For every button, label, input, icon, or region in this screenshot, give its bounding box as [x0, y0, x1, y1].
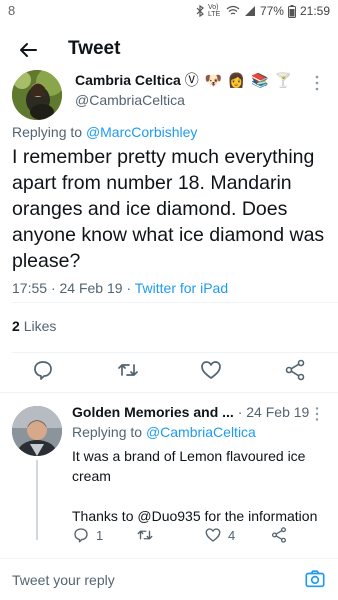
signal-icon — [244, 6, 255, 16]
meta-separator: · — [50, 280, 56, 296]
reply-like-button[interactable]: 4 — [204, 524, 235, 546]
reply-text-line: It was a brand of Lemon flavoured ice cr… — [72, 448, 306, 484]
reply-share-button[interactable] — [270, 524, 288, 546]
reply-icon[interactable] — [31, 358, 55, 382]
wifi-icon — [226, 5, 240, 15]
reply-author-name[interactable]: Golden Memories and ... — [72, 404, 234, 420]
replying-to: Replying to @MarcCorbishley — [12, 124, 197, 140]
status-bar: 8 Vo) LTE 77% 21:59 — [0, 0, 338, 24]
reply-mention[interactable]: @Duo935 — [137, 508, 200, 524]
header: Tweet — [0, 30, 338, 70]
avatar[interactable] — [12, 70, 62, 120]
reply-count: 1 — [96, 527, 104, 543]
thread-line — [36, 460, 38, 540]
retweet-icon[interactable] — [116, 358, 140, 382]
likes-count: 2 — [12, 318, 20, 334]
meta-separator: · — [126, 280, 132, 296]
avatar-image — [12, 406, 62, 456]
share-icon — [271, 527, 287, 543]
like-count: 4 — [228, 527, 236, 543]
battery-icon — [287, 4, 296, 18]
author-handle[interactable]: @CambriaCeltica — [75, 92, 185, 108]
reply-reply-button[interactable]: 1 — [72, 524, 103, 546]
more-options-icon[interactable] — [312, 74, 322, 92]
tweet-source[interactable]: Twitter for iPad — [135, 280, 228, 296]
heart-icon — [205, 528, 221, 542]
heart-icon[interactable] — [199, 358, 223, 382]
divider — [12, 302, 338, 303]
reply-text: It was a brand of Lemon flavoured ice cr… — [72, 446, 330, 526]
share-icon[interactable] — [283, 358, 307, 382]
battery-percent: 77% — [259, 4, 284, 18]
tweet-meta: 17:55 · 24 Feb 19 · Twitter for iPad — [12, 280, 228, 296]
network-label: Vo) LTE — [207, 4, 221, 18]
tweet-date: 24 Feb 19 — [59, 280, 123, 296]
status-right: Vo) LTE 77% 21:59 — [196, 4, 330, 18]
reply-header: Golden Memories and ... · 24 Feb 19 — [72, 404, 310, 420]
arrow-left-icon[interactable] — [16, 38, 40, 62]
camera-icon[interactable] — [304, 568, 326, 590]
reply-text-line: Thanks to @Duo935 for the information — [72, 506, 330, 526]
likes-summary[interactable]: 2 Likes — [12, 318, 56, 334]
status-left-indicator: 8 — [8, 3, 16, 18]
author-name[interactable]: Cambria Celtica Ⓥ 🐶 👩 📚 🍸 — [75, 70, 310, 90]
reply-date: 24 Feb 19 — [246, 404, 310, 420]
divider — [0, 558, 338, 559]
reply-retweet-button[interactable] — [136, 524, 160, 546]
reply-icon — [74, 528, 88, 543]
tweet-actions — [0, 358, 338, 384]
reply-actions: 1 4 — [72, 524, 332, 546]
author-name-emojis: Ⓥ 🐶 👩 📚 🍸 — [184, 72, 294, 88]
replying-to: Replying to @CambriaCeltica — [72, 424, 256, 440]
avatar-image — [12, 70, 62, 120]
replying-to-handle[interactable]: @CambriaCeltica — [146, 424, 256, 440]
tweet-text: I remember pretty much everything apart … — [12, 146, 325, 272]
retweet-icon — [137, 530, 153, 540]
reply-text-suffix: for the information — [200, 508, 318, 524]
replying-to-label: Replying to — [72, 424, 143, 440]
author-name-text: Cambria Celtica — [75, 72, 181, 88]
likes-label: Likes — [23, 318, 57, 334]
more-options-icon[interactable] — [312, 406, 322, 422]
reply-text-prefix: Thanks to — [72, 508, 138, 524]
tweet-time: 17:55 — [12, 280, 48, 296]
reply-input[interactable] — [12, 568, 292, 592]
clock: 21:59 — [299, 4, 330, 18]
reply-composer — [0, 560, 338, 600]
page-title: Tweet — [68, 38, 121, 59]
bluetooth-icon — [196, 5, 204, 17]
avatar[interactable] — [12, 406, 62, 456]
reply-tweet[interactable]: Golden Memories and ... · 24 Feb 19 Repl… — [0, 396, 338, 554]
divider — [12, 352, 338, 353]
replying-to-label: Replying to — [12, 124, 83, 140]
replying-to-handle[interactable]: @MarcCorbishley — [86, 124, 197, 140]
divider — [0, 392, 338, 393]
